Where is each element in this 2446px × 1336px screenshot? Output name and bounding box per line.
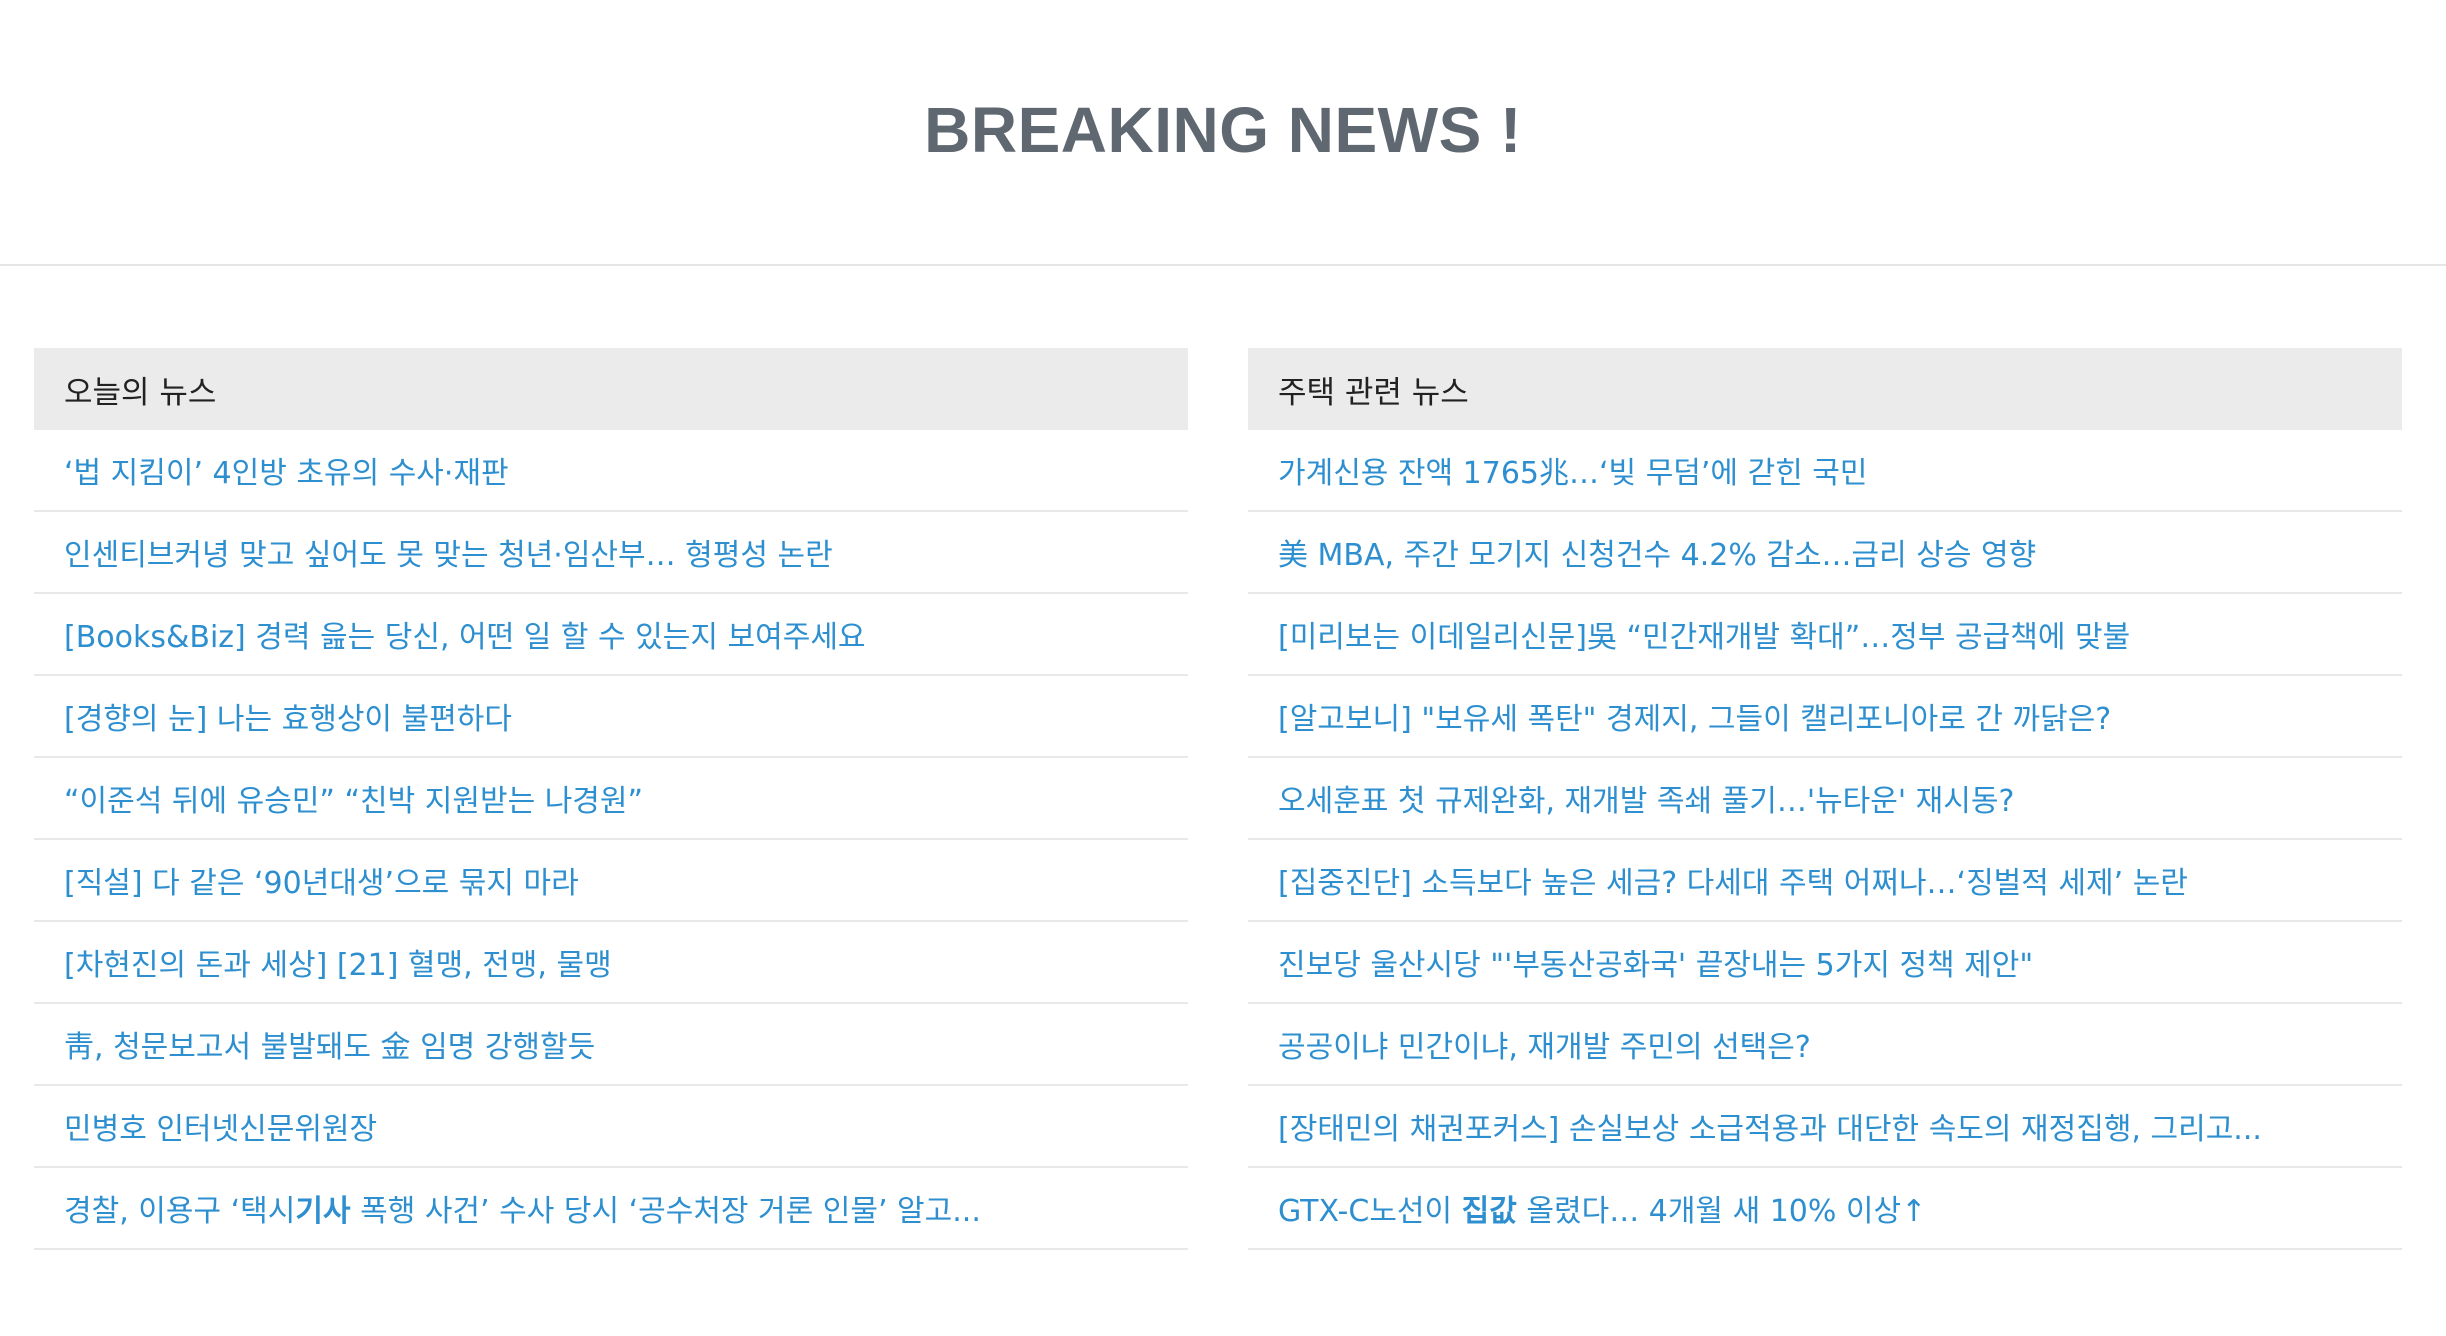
news-headline-link[interactable]: [Books&Biz] 경력 읊는 당신, 어떤 일 할 수 있는지 보여주세요	[64, 612, 866, 656]
news-headline-link[interactable]: ‘법 지킴이’ 4인방 초유의 수사·재판	[64, 448, 509, 492]
news-list-item: [Books&Biz] 경력 읊는 당신, 어떤 일 할 수 있는지 보여주세요	[34, 594, 1188, 676]
headline-text-part: 경찰, 이용구 ‘택시	[64, 1194, 296, 1229]
news-headline-link[interactable]: [장태민의 채권포커스] 손실보상 소급적용과 대단한 속도의 재정집행, 그리…	[1278, 1104, 2262, 1148]
news-list-item: [미리보는 이데일리신문]吳 “민간재개발 확대”…정부 공급책에 맞불	[1248, 594, 2402, 676]
news-headline-link[interactable]: “이준석 뒤에 유승민” “친박 지원받는 나경원”	[64, 776, 643, 820]
news-headline-link[interactable]: [직설] 다 같은 ‘90년대생’으로 묶지 마라	[64, 858, 579, 902]
headline-text-part: GTX-C노선이	[1278, 1194, 1462, 1229]
news-headline-link[interactable]: 靑, 청문보고서 불발돼도 金 임명 강행할듯	[64, 1022, 595, 1066]
news-headline-link[interactable]: [집중진단] 소득보다 높은 세금? 다세대 주택 어쩌나…‘징벌적 세제’ 논…	[1278, 858, 2188, 902]
news-headline-link[interactable]: 인센티브커녕 맞고 싶어도 못 맞는 청년·임산부… 형평성 논란	[64, 530, 833, 574]
news-list-item: 민병호 인터넷신문위원장	[34, 1086, 1188, 1168]
housing-news-panel: 주택 관련 뉴스 가계신용 잔액 1765兆…‘빚 무덤’에 갇힌 국민 美 MB…	[1248, 348, 2402, 1250]
headline-text-part: 폭행 사건’ 수사 당시 ‘공수처장 거론 인물’ 알고...	[350, 1194, 981, 1229]
today-news-panel: 오늘의 뉴스 ‘법 지킴이’ 4인방 초유의 수사·재판인센티브커녕 맞고 싶어…	[34, 348, 1188, 1250]
headline-text-part: 올렸다… 4개월 새 10% 이상↑	[1516, 1194, 1927, 1229]
news-list-item: 공공이냐 민간이냐, 재개발 주민의 선택은?	[1248, 1004, 2402, 1086]
today-news-list: ‘법 지킴이’ 4인방 초유의 수사·재판인센티브커녕 맞고 싶어도 못 맞는 …	[34, 430, 1188, 1250]
headline-highlight-keyword: 기사	[295, 1194, 351, 1229]
news-list-item: ‘법 지킴이’ 4인방 초유의 수사·재판	[34, 430, 1188, 512]
page-header: BREAKING NEWS !	[0, 0, 2446, 266]
news-list-item: GTX-C노선이 집값 올렸다… 4개월 새 10% 이상↑	[1248, 1168, 2402, 1250]
news-list-item: [알고보니] "보유세 폭탄" 경제지, 그들이 캘리포니아로 간 까닭은?	[1248, 676, 2402, 758]
today-news-header: 오늘의 뉴스	[34, 348, 1188, 430]
news-list-item: 오세훈표 첫 규제완화, 재개발 족쇄 풀기…'뉴타운' 재시동?	[1248, 758, 2402, 840]
news-headline-link[interactable]: [경향의 눈] 나는 효행상이 불편하다	[64, 694, 512, 738]
news-list-item: “이준석 뒤에 유승민” “친박 지원받는 나경원”	[34, 758, 1188, 840]
headline-highlight-keyword: 집값	[1461, 1194, 1517, 1229]
news-list-item: 인센티브커녕 맞고 싶어도 못 맞는 청년·임산부… 형평성 논란	[34, 512, 1188, 594]
news-headline-link[interactable]: [미리보는 이데일리신문]吳 “민간재개발 확대”…정부 공급책에 맞불	[1278, 612, 2130, 656]
news-headline-link[interactable]: 공공이냐 민간이냐, 재개발 주민의 선택은?	[1278, 1022, 1811, 1066]
news-list-item: 진보당 울산시당 "'부동산공화국' 끝장내는 5가지 정책 제안"	[1248, 922, 2402, 1004]
page-title: BREAKING NEWS !	[924, 94, 1522, 166]
news-headline-link[interactable]: 가계신용 잔액 1765兆…‘빚 무덤’에 갇힌 국민	[1278, 448, 1868, 492]
news-headline-link[interactable]: GTX-C노선이 집값 올렸다… 4개월 새 10% 이상↑	[1278, 1186, 1926, 1230]
news-headline-link[interactable]: [알고보니] "보유세 폭탄" 경제지, 그들이 캘리포니아로 간 까닭은?	[1278, 694, 2111, 738]
news-headline-link[interactable]: 오세훈표 첫 규제완화, 재개발 족쇄 풀기…'뉴타운' 재시동?	[1278, 776, 2014, 820]
news-headline-link[interactable]: 진보당 울산시당 "'부동산공화국' 끝장내는 5가지 정책 제안"	[1278, 940, 2033, 984]
news-headline-link[interactable]: 경찰, 이용구 ‘택시기사 폭행 사건’ 수사 당시 ‘공수처장 거론 인물’ …	[64, 1186, 981, 1230]
news-columns: 오늘의 뉴스 ‘법 지킴이’ 4인방 초유의 수사·재판인센티브커녕 맞고 싶어…	[34, 348, 2402, 1250]
news-list-item: 가계신용 잔액 1765兆…‘빚 무덤’에 갇힌 국민	[1248, 430, 2402, 512]
news-headline-link[interactable]: 美 MBA, 주간 모기지 신청건수 4.2% 감소…금리 상승 영향	[1278, 530, 2036, 574]
news-list-item: [집중진단] 소득보다 높은 세금? 다세대 주택 어쩌나…‘징벌적 세제’ 논…	[1248, 840, 2402, 922]
news-list-item: [직설] 다 같은 ‘90년대생’으로 묶지 마라	[34, 840, 1188, 922]
news-list-item: [장태민의 채권포커스] 손실보상 소급적용과 대단한 속도의 재정집행, 그리…	[1248, 1086, 2402, 1168]
housing-news-header: 주택 관련 뉴스	[1248, 348, 2402, 430]
news-list-item: [경향의 눈] 나는 효행상이 불편하다	[34, 676, 1188, 758]
news-list-item: [차현진의 돈과 세상] [21] 혈맹, 전맹, 물맹	[34, 922, 1188, 1004]
news-headline-link[interactable]: 민병호 인터넷신문위원장	[64, 1104, 377, 1148]
housing-news-list: 가계신용 잔액 1765兆…‘빚 무덤’에 갇힌 국민 美 MBA, 주간 모기지…	[1248, 430, 2402, 1250]
news-list-item: 경찰, 이용구 ‘택시기사 폭행 사건’ 수사 당시 ‘공수처장 거론 인물’ …	[34, 1168, 1188, 1250]
news-headline-link[interactable]: [차현진의 돈과 세상] [21] 혈맹, 전맹, 물맹	[64, 940, 612, 984]
news-list-item: 美 MBA, 주간 모기지 신청건수 4.2% 감소…금리 상승 영향	[1248, 512, 2402, 594]
news-list-item: 靑, 청문보고서 불발돼도 金 임명 강행할듯	[34, 1004, 1188, 1086]
